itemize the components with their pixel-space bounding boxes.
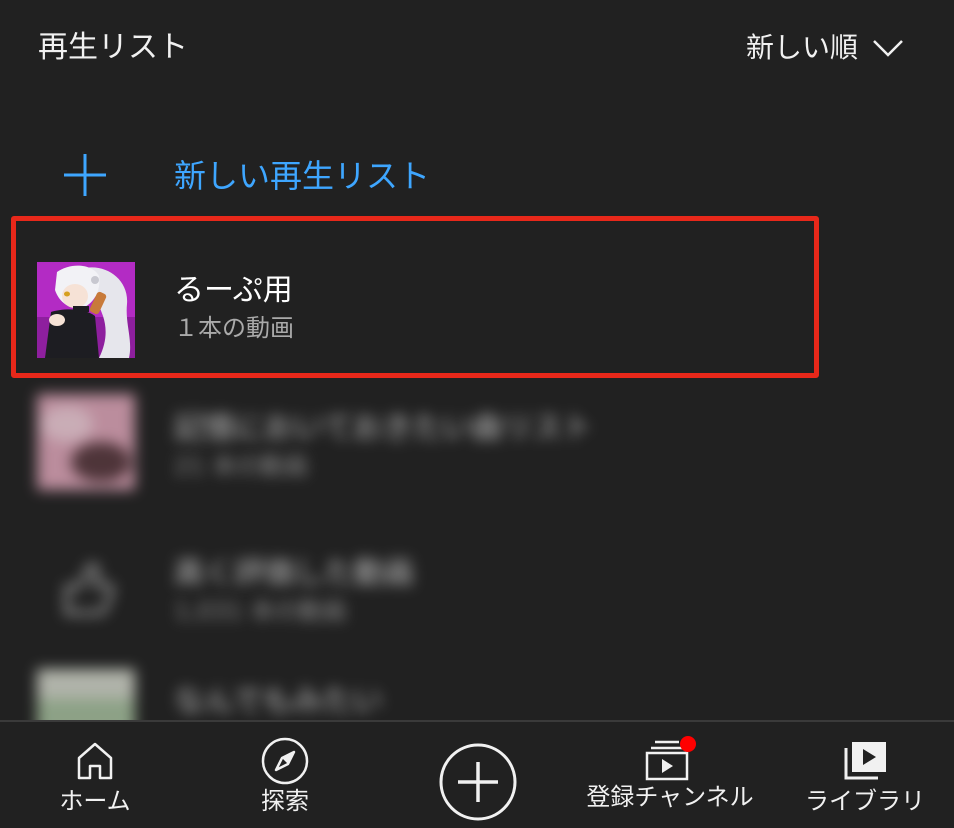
blurred-thumbnail-image [37, 394, 135, 490]
playlist-thumbnail [37, 539, 135, 635]
app-header: 再生リスト 新しい順 [0, 0, 954, 100]
page-title: 再生リスト [38, 30, 188, 65]
nav-home-label: ホーム [59, 787, 131, 815]
playlist-item-blurred[interactable]: 記憶においておきたい曲リスト 21 本の動画 [0, 380, 954, 510]
playlist-title: なんでもみたい [174, 684, 383, 719]
playlist-thumbnail [37, 262, 135, 358]
playlist-thumbnail [37, 394, 135, 490]
bottom-navigation: ホーム 探索 登録チャンネル ライブラリ [0, 720, 954, 828]
playlist-video-count: 21 本の動画 [174, 452, 309, 480]
anime-character-thumbnail-image [37, 262, 135, 358]
notification-dot [680, 736, 696, 752]
nav-subscriptions[interactable]: 登録チャンネル [580, 722, 760, 828]
create-plus-icon[interactable] [438, 742, 518, 822]
playlist-video-count: 1,031 本の動画 [174, 597, 347, 625]
nav-library[interactable]: ライブラリ [795, 722, 935, 828]
library-icon [844, 742, 886, 780]
nav-explore-label: 探索 [261, 787, 309, 815]
nav-explore[interactable]: 探索 [240, 722, 330, 828]
sort-label: 新しい順 [745, 31, 858, 64]
playlist-title: 記憶においておきたい曲リスト [174, 411, 593, 446]
sort-dropdown[interactable]: 新しい順 [746, 28, 904, 68]
playlist-item-blurred[interactable]: 高く評価した動画 1,031 本の動画 [0, 525, 954, 655]
thumbs-up-icon [65, 563, 114, 615]
playlist-video-count: １本の動画 [174, 314, 294, 342]
subscriptions-icon [645, 736, 696, 781]
compass-icon [261, 737, 309, 785]
playlist-title: るーぷ用 [174, 273, 293, 308]
new-playlist-button[interactable]: 新しい再生リスト [0, 140, 954, 212]
nav-library-label: ライブラリ [805, 787, 925, 815]
playlist-item-loop[interactable]: るーぷ用 １本の動画 [0, 230, 954, 360]
plus-icon [64, 154, 106, 196]
home-icon [77, 742, 113, 780]
nav-home[interactable]: ホーム [50, 722, 140, 828]
new-playlist-label: 新しい再生リスト [174, 157, 431, 195]
nav-subscriptions-label: 登録チャンネル [586, 783, 754, 811]
playlist-title: 高く評価した動画 [174, 556, 414, 591]
chevron-down-icon [873, 40, 903, 57]
